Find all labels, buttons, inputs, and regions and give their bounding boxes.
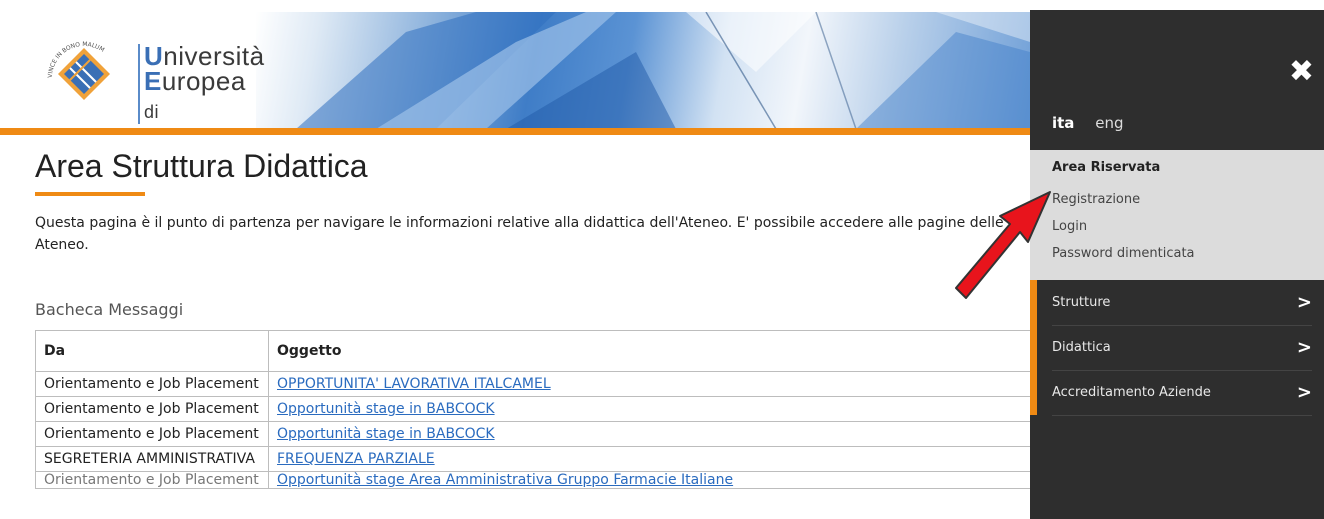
reserved-area-title: Area Riservata bbox=[1052, 160, 1161, 175]
close-icon[interactable]: ✖ bbox=[1289, 54, 1314, 89]
menu-item-label: Accreditamento Aziende bbox=[1052, 385, 1211, 400]
reserved-area-section: Area Riservata Registrazione Login Passw… bbox=[1030, 150, 1324, 280]
header-accent-bar bbox=[0, 128, 1030, 135]
message-subject-link[interactable]: FREQUENZA PARZIALE bbox=[277, 451, 435, 467]
column-header-from: Da bbox=[35, 330, 269, 372]
page-title: Area Struttura Didattica bbox=[35, 148, 368, 184]
lang-ita-link[interactable]: ita bbox=[1052, 114, 1074, 132]
table-row: Orientamento e Job Placement OPPORTUNITA… bbox=[35, 371, 1035, 397]
login-link[interactable]: Login bbox=[1052, 219, 1087, 234]
menu-item-label: Didattica bbox=[1052, 340, 1111, 355]
message-subject-link[interactable]: Opportunità stage Area Amministrativa Gr… bbox=[277, 472, 733, 488]
chevron-right-icon: > bbox=[1296, 292, 1312, 313]
menu-accent-bar bbox=[1030, 280, 1037, 415]
table-row: SEGRETERIA AMMINISTRATIVA FREQUENZA PARZ… bbox=[35, 446, 1035, 472]
registration-link[interactable]: Registrazione bbox=[1052, 192, 1140, 207]
language-switcher: ita eng bbox=[1052, 114, 1139, 132]
column-header-subject: Oggetto bbox=[268, 330, 1035, 372]
table-header-row: Da Oggetto bbox=[35, 330, 1035, 372]
message-sender: Orientamento e Job Placement bbox=[35, 396, 269, 422]
side-menu-panel: ✖ ita eng Area Riservata Registrazione L… bbox=[1030, 10, 1324, 519]
intro-text: Questa pagina è il punto di partenza per… bbox=[35, 215, 1004, 253]
chevron-right-icon: > bbox=[1296, 337, 1312, 358]
message-sender: SEGRETERIA AMMINISTRATIVA bbox=[35, 446, 269, 472]
message-sender: Orientamento e Job Placement bbox=[35, 371, 269, 397]
chevron-right-icon: > bbox=[1296, 382, 1312, 403]
board-title: Bacheca Messaggi bbox=[35, 300, 184, 319]
message-sender: Orientamento e Job Placement bbox=[35, 421, 269, 447]
university-name: Università Europea di Roma bbox=[144, 41, 265, 129]
message-board-table: Da Oggetto Orientamento e Job Placement … bbox=[35, 330, 1035, 489]
header-banner-image bbox=[256, 12, 1030, 129]
message-subject-link[interactable]: Opportunità stage in BABCOCK bbox=[277, 426, 495, 442]
menu-item-didattica[interactable]: Didattica > bbox=[1052, 325, 1312, 371]
menu-item-accreditamento-aziende[interactable]: Accreditamento Aziende > bbox=[1052, 370, 1312, 416]
menu-item-strutture[interactable]: Strutture > bbox=[1052, 280, 1312, 326]
message-sender: Orientamento e Job Placement bbox=[35, 471, 269, 489]
lang-eng-link[interactable]: eng bbox=[1095, 114, 1123, 132]
title-underline bbox=[35, 192, 145, 196]
table-row: Orientamento e Job Placement Opportunità… bbox=[35, 471, 1035, 489]
forgot-password-link[interactable]: Password dimenticata bbox=[1052, 246, 1195, 261]
menu-item-label: Strutture bbox=[1052, 295, 1111, 310]
message-subject-link[interactable]: OPPORTUNITA' LAVORATIVA ITALCAMEL bbox=[277, 376, 551, 392]
site-header: VINCE IN BONO MALUM Università Europea d… bbox=[0, 12, 1030, 129]
table-row: Orientamento e Job Placement Opportunità… bbox=[35, 421, 1035, 447]
logo-divider bbox=[138, 44, 140, 124]
table-row: Orientamento e Job Placement Opportunità… bbox=[35, 396, 1035, 422]
university-logo[interactable]: VINCE IN BONO MALUM Università Europea d… bbox=[30, 30, 264, 129]
university-seal-icon: VINCE IN BONO MALUM bbox=[47, 41, 110, 100]
message-subject-link[interactable]: Opportunità stage in BABCOCK bbox=[277, 401, 495, 417]
